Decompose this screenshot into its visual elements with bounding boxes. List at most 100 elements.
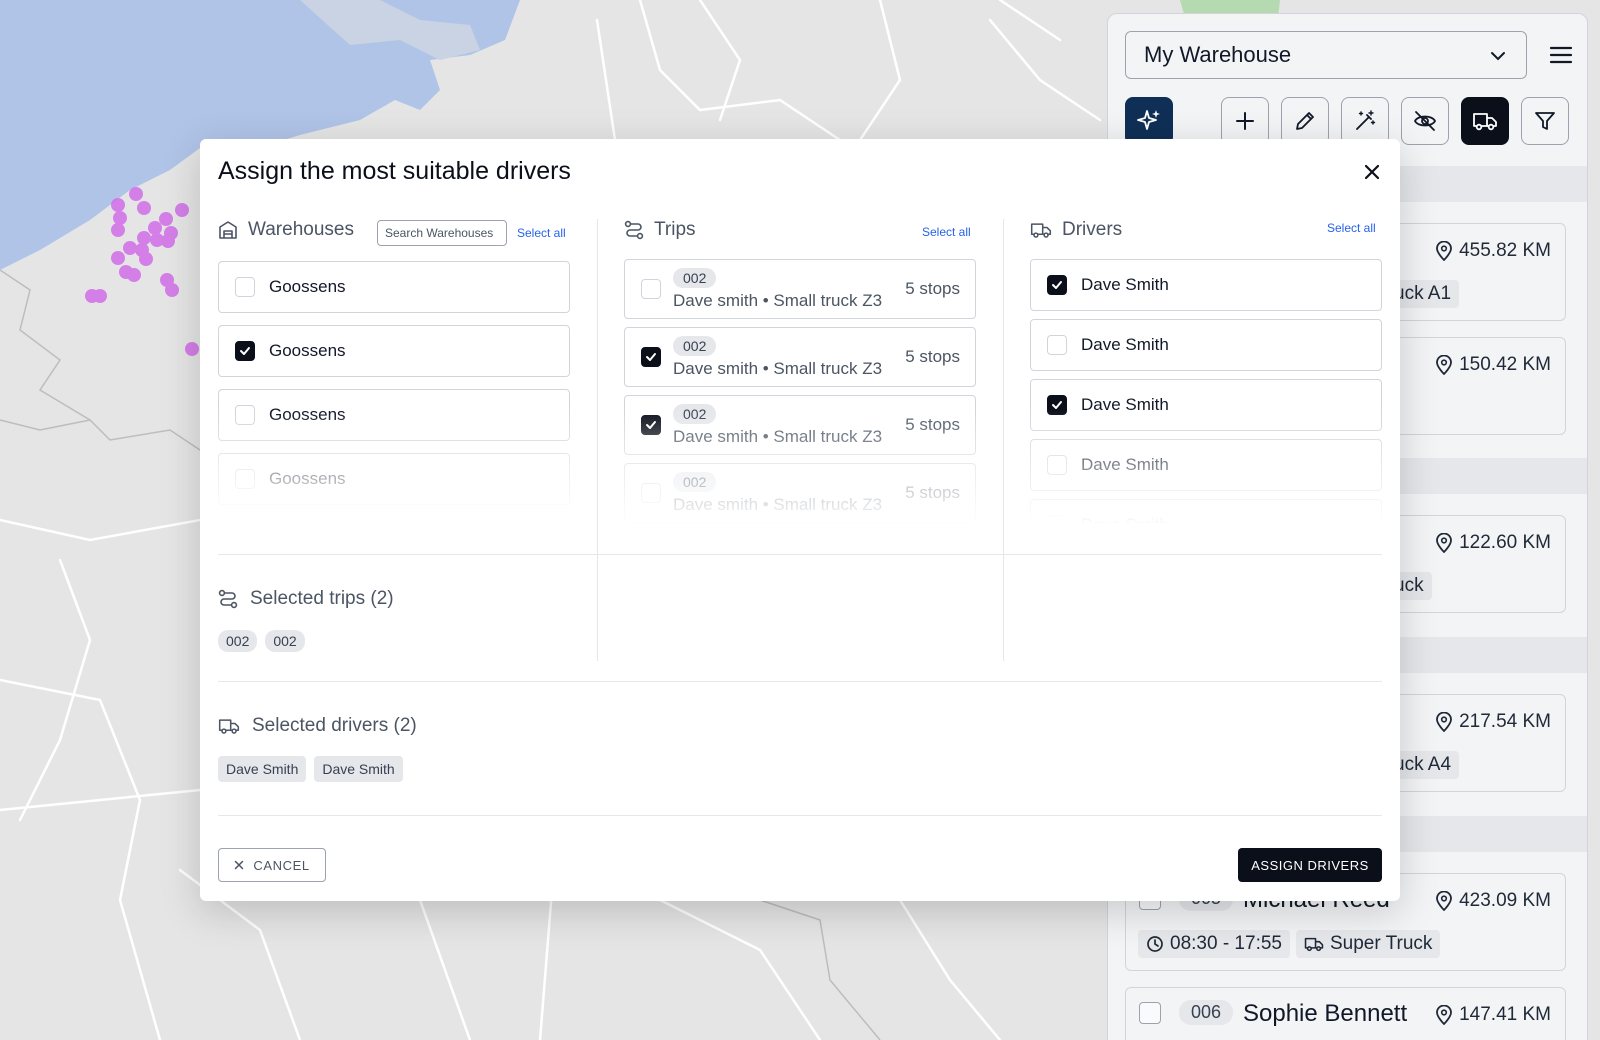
warehouse-checkbox[interactable] [235, 341, 255, 361]
warehouse-item[interactable]: Goossens [218, 453, 570, 505]
trucks-view-button[interactable] [1461, 97, 1509, 145]
driver-checkbox[interactable] [1047, 335, 1067, 355]
driver-item[interactable]: Dave Smith [1030, 379, 1382, 431]
magic-wand-button[interactable] [1341, 97, 1389, 145]
trip-item[interactable]: 002 Dave smith • Small truck Z3 5 stops [624, 327, 976, 387]
trip-stops: 5 stops [905, 347, 960, 366]
warehouse-select[interactable]: My Warehouse [1125, 31, 1527, 79]
distance-label: 217.54 KM [1435, 711, 1551, 733]
distance-label: 147.41 KM [1435, 1004, 1551, 1026]
trip-stops: 5 stops [905, 279, 960, 298]
distance-value: 122.60 KM [1459, 532, 1551, 553]
trip-stops: 5 stops [905, 415, 960, 434]
warehouses-select-all-link[interactable]: Select all [517, 226, 566, 240]
driver-item[interactable]: Dave Smith [1030, 319, 1382, 371]
trips-heading-label: Trips [654, 219, 696, 240]
selected-driver-chip[interactable]: Dave Smith [314, 756, 403, 782]
trip-item[interactable]: 002 Dave smith • Small truck Z3 5 stops [624, 463, 976, 523]
assign-drivers-modal: Assign the most suitable drivers Warehou… [200, 139, 1400, 901]
assign-drivers-button[interactable]: ASSIGN DRIVERS [1238, 848, 1382, 882]
route-icon [624, 220, 644, 240]
selected-drivers-heading: Selected drivers (2) [218, 715, 417, 737]
vehicle-tag: Super Truck [1296, 930, 1441, 958]
ai-assign-button[interactable] [1125, 97, 1173, 145]
warehouse-label: Goossens [269, 341, 346, 360]
driver-label: Dave Smith [1081, 395, 1169, 414]
warehouse-checkbox[interactable] [235, 277, 255, 297]
check-icon [646, 421, 656, 429]
warehouse-item[interactable]: Goossens [218, 389, 570, 441]
add-button[interactable] [1221, 97, 1269, 145]
clock-icon [1147, 936, 1163, 952]
driver-checkbox[interactable] [1047, 275, 1067, 295]
driver-checkbox[interactable] [1047, 515, 1067, 535]
drivers-list: Dave Smith Dave Smith Dave Smith Dave Sm… [1030, 259, 1382, 659]
trip-stops: 5 stops [905, 483, 960, 502]
trip-item[interactable]: 002 Dave smith • Small truck Z3 5 stops [624, 395, 976, 455]
trip-id-badge: 002 [673, 335, 717, 356]
trip-description: Dave smith • Small truck Z3 [673, 358, 883, 378]
section-divider [218, 681, 1382, 682]
warehouse-label: Goossens [269, 405, 346, 424]
plus-icon [1236, 112, 1254, 130]
hide-button[interactable] [1401, 97, 1449, 145]
check-icon [240, 347, 250, 355]
warehouse-item[interactable]: Goossens [218, 261, 570, 313]
cancel-button[interactable]: CANCEL [218, 848, 326, 882]
map-pin-icon [1436, 241, 1452, 261]
trips-select-all-link[interactable]: Select all [922, 225, 971, 239]
map-pin-icon [1436, 355, 1452, 375]
distance-value: 217.54 KM [1459, 711, 1551, 732]
close-icon[interactable] [1363, 163, 1381, 181]
section-divider [218, 554, 1382, 555]
distance-value: 455.82 KM [1459, 240, 1551, 261]
check-icon [1052, 401, 1062, 409]
trip-item[interactable]: 002 Dave smith • Small truck Z3 5 stops [624, 259, 976, 319]
warehouse-label: Goossens [269, 277, 346, 296]
truck-icon [1304, 937, 1324, 952]
truck-icon [1030, 223, 1052, 238]
magic-wand-icon [1356, 110, 1376, 130]
selected-trips-chips: 002 002 [218, 630, 305, 652]
trip-id-badge: 002 [673, 267, 717, 288]
edit-button[interactable] [1281, 97, 1329, 145]
warehouse-checkbox[interactable] [235, 405, 255, 425]
drivers-heading-label: Drivers [1062, 219, 1123, 240]
driver-item[interactable]: Dave Smith [1030, 439, 1382, 491]
trip-checkbox[interactable] [641, 483, 661, 503]
drivers-select-all-link[interactable]: Select all [1327, 221, 1376, 235]
filter-button[interactable] [1521, 97, 1569, 145]
check-icon [1052, 281, 1062, 289]
trip-checkbox[interactable] [641, 347, 661, 367]
driver-name: Sophie Bennett [1243, 1000, 1408, 1027]
menu-icon[interactable] [1548, 42, 1574, 68]
driver-checkbox[interactable] [1047, 395, 1067, 415]
warehouse-select-value: My Warehouse [1144, 42, 1292, 67]
side-route-card[interactable]: 006 Sophie Bennett 147.41 KM [1125, 987, 1566, 1040]
route-checkbox[interactable] [1139, 1002, 1161, 1024]
driver-item[interactable]: Dave Smith [1030, 499, 1382, 551]
distance-label: 423.09 KM [1435, 890, 1551, 912]
trip-checkbox[interactable] [641, 279, 661, 299]
trips-heading: Trips [624, 219, 696, 241]
driver-item[interactable]: Dave Smith [1030, 259, 1382, 311]
selected-trip-chip[interactable]: 002 [218, 630, 258, 652]
column-divider [597, 219, 598, 661]
warehouse-item[interactable]: Goossens [218, 325, 570, 377]
map-pin-icon [1436, 712, 1452, 732]
chevron-down-icon [1491, 52, 1505, 61]
distance-label: 122.60 KM [1435, 532, 1551, 554]
warehouse-checkbox[interactable] [235, 469, 255, 489]
section-divider [218, 815, 1382, 816]
trip-checkbox[interactable] [641, 415, 661, 435]
time-window-tag: 08:30 - 17:55 [1138, 930, 1290, 958]
search-warehouses-input[interactable] [377, 220, 507, 246]
cancel-button-label: CANCEL [253, 857, 310, 873]
driver-label: Dave Smith [1081, 455, 1169, 474]
selected-driver-chip[interactable]: Dave Smith [218, 756, 307, 782]
map-pin-icon [1436, 1005, 1452, 1025]
driver-label: Dave Smith [1081, 275, 1169, 294]
driver-checkbox[interactable] [1047, 455, 1067, 475]
selected-trip-chip[interactable]: 002 [265, 630, 305, 652]
trip-description: Dave smith • Small truck Z3 [673, 494, 883, 514]
